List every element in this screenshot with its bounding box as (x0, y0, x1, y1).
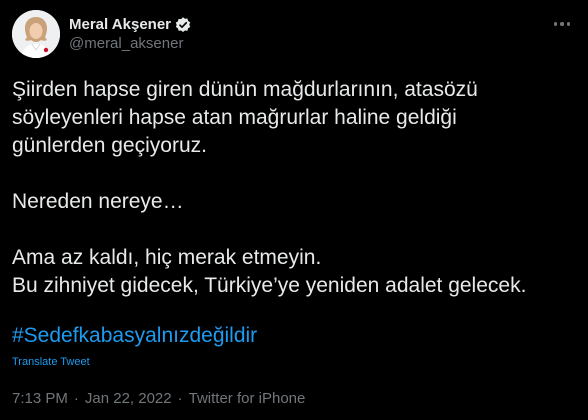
tweet-header: Meral Akşener @meral_aksener (12, 8, 576, 60)
author-handle[interactable]: @meral_aksener (69, 34, 192, 53)
tweet-body: Şiirden hapse giren dünün mağdurlarının,… (12, 76, 572, 369)
tweet-paragraph-3: Ama az kaldı, hiç merak etmeyin. Bu zihn… (12, 246, 527, 297)
author-name-row[interactable]: Meral Akşener (69, 15, 192, 34)
author-name[interactable]: Meral Akşener (69, 15, 171, 34)
avatar-image (12, 10, 60, 58)
meta-separator: · (73, 390, 79, 407)
tweet-time[interactable]: 7:13 PM (12, 389, 68, 409)
tweet-card: Meral Akşener @meral_aksener Şiirden hap… (0, 0, 588, 420)
tweet-source[interactable]: Twitter for iPhone (189, 389, 306, 409)
tweet-date[interactable]: Jan 22, 2022 (85, 389, 172, 409)
tweet-meta: 7:13 PM · Jan 22, 2022 · Twitter for iPh… (12, 389, 305, 409)
tweet-paragraph-2: Nereden nereye… (12, 190, 184, 213)
more-options-icon[interactable] (550, 12, 574, 36)
avatar[interactable] (12, 10, 60, 58)
tweet-paragraph-1: Şiirden hapse giren dünün mağdurlarının,… (12, 78, 478, 157)
translate-tweet-link[interactable]: Translate Tweet (12, 355, 572, 369)
author-names: Meral Akşener @meral_aksener (69, 15, 192, 53)
meta-separator-2: · (177, 390, 183, 407)
hashtag-link[interactable]: #Sedefkabasyalnızdeğildir (12, 322, 257, 350)
verified-badge-icon (174, 16, 192, 34)
